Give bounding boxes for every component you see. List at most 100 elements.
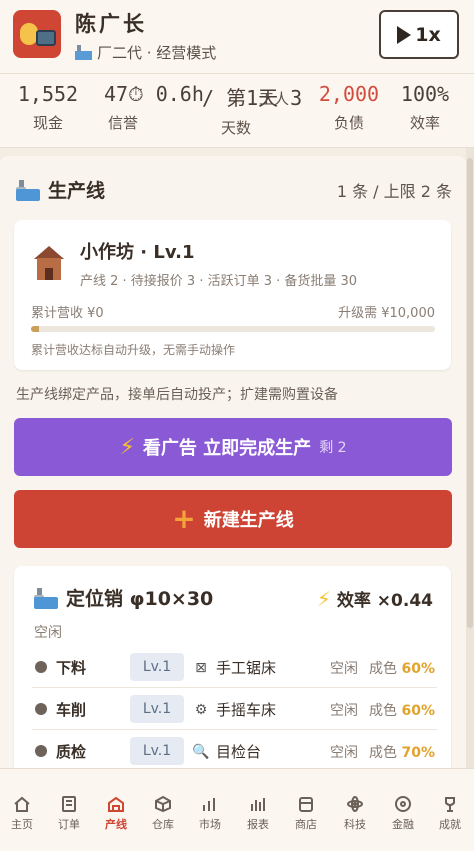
quality-value: 70% <box>401 745 435 761</box>
tab-label: 产线 <box>105 818 127 831</box>
section-title-text: 生产线 <box>48 180 106 202</box>
tech-icon <box>333 795 377 813</box>
play-icon <box>397 25 412 44</box>
tab-label: 金融 <box>392 818 414 831</box>
new-line-button[interactable]: + 新建生产线 <box>14 490 452 548</box>
tab-finance[interactable]: 金融 <box>381 795 425 832</box>
factory-icon <box>16 179 40 201</box>
tab-label: 主页 <box>11 818 33 831</box>
line-title: 定位销 φ10×30 <box>34 584 213 611</box>
line-efficiency-text: 效率 ×0.44 <box>336 591 433 611</box>
step-quality: 成色 70% <box>369 742 435 762</box>
workshop-meta: 产线 2 · 待接报价 3 · 活跃订单 3 · 备货批量 30 <box>80 274 358 289</box>
lightning-icon: ⚡ <box>119 434 135 460</box>
production-hint: 生产线绑定产品，接单后自动投产；扩建需购置设备 <box>16 387 338 403</box>
lightning-icon: ⚡ <box>316 586 331 611</box>
line-title-text: 定位销 φ10×30 <box>66 588 214 610</box>
watch-ad-complete-button[interactable]: ⚡ 看广告 立即完成生产 剩 2 <box>14 418 452 476</box>
briefcase-icon <box>36 30 56 46</box>
stat-debt-value: 2,000 <box>318 82 380 106</box>
step-state: 空闲 <box>330 745 358 761</box>
home-icon <box>0 795 44 813</box>
tab-shop[interactable]: 商店 <box>284 795 328 832</box>
player-avatar[interactable] <box>13 10 61 58</box>
line-status: 空闲 <box>34 625 62 641</box>
gear-icon: ⚙ <box>194 701 208 718</box>
quality-value: 60% <box>401 661 435 677</box>
stats-bar: 1,552 现金 47⏱ 0.6h 信誉 / 第1天 3 天数 工人 2,000… <box>0 74 474 148</box>
line-count: 1 条 / 上限 2 条 <box>336 181 452 201</box>
workshop-house-icon <box>34 246 64 280</box>
step-level-button[interactable]: Lv.1 <box>130 695 184 723</box>
step-tool-name: 手工锯床 <box>216 659 277 677</box>
player-name: 陈广长 <box>75 11 147 36</box>
tab-label: 商店 <box>295 818 317 831</box>
factory-icon <box>94 795 138 813</box>
tab-tech[interactable]: 科技 <box>333 795 377 832</box>
workshop-note: 累计营收达标自动升级，无需手动操作 <box>31 343 236 357</box>
main-content[interactable]: 生产线 1 条 / 上限 2 条 小作坊 · Lv.1 产线 2 · 待接报价 … <box>0 148 474 768</box>
factory-icon <box>34 587 58 609</box>
tab-label: 市场 <box>199 818 221 831</box>
market-icon <box>188 795 232 813</box>
step-tool-name: 目检台 <box>216 743 262 761</box>
stat-efficiency-value: 100% <box>400 82 450 106</box>
line-efficiency: ⚡ 效率 ×0.44 <box>316 586 433 612</box>
step-name: 车削 <box>56 701 87 719</box>
process-step[interactable]: 车削 Lv.1 ⚙ 手摇车床 空闲 成色 60% <box>32 688 437 730</box>
tab-label: 科技 <box>344 818 366 831</box>
warehouse-icon <box>141 795 185 813</box>
workshop-title: 小作坊 · Lv.1 <box>80 242 195 263</box>
tab-report[interactable]: 报表 <box>236 795 280 832</box>
scrollbar-thumb[interactable] <box>467 158 473 628</box>
tab-warehouse[interactable]: 仓库 <box>141 795 185 832</box>
tab-achievements[interactable]: 成就 <box>428 795 472 832</box>
trophy-icon <box>428 795 472 813</box>
top-header: 陈广长 厂二代 · 经营模式 1x <box>0 0 474 74</box>
player-subtitle: 厂二代 · 经营模式 <box>75 42 216 63</box>
section-header: 生产线 1 条 / 上限 2 条 <box>16 176 452 203</box>
report-icon <box>236 795 280 813</box>
workshop-progress-bar <box>31 326 435 332</box>
tab-label: 仓库 <box>152 818 174 831</box>
workshop-progress-fill <box>31 326 40 332</box>
tab-label: 订单 <box>58 818 80 831</box>
stat-workers: 工人 <box>244 82 304 109</box>
process-step[interactable]: 质检 Lv.1 🔍 目检台 空闲 成色 70% <box>32 730 437 768</box>
production-line-card[interactable]: 定位销 φ10×30 ⚡ 效率 ×0.44 空闲 下料 Lv.1 ⊠ 手工锯床 … <box>14 566 451 768</box>
bottom-tab-bar: 主页 订单 产线 仓库 市场 报表 商店 科技 金融 成就 <box>0 768 474 851</box>
watch-ad-label: 看广告 立即完成生产 <box>142 438 312 459</box>
step-level-button[interactable]: Lv.1 <box>130 737 184 765</box>
speed-label: 1x <box>415 23 441 46</box>
order-icon <box>47 795 91 813</box>
stat-efficiency: 100% 效率 <box>394 82 456 133</box>
status-dot-icon <box>35 703 47 715</box>
factory-icon <box>75 45 92 60</box>
saw-icon: ⊠ <box>195 659 207 676</box>
process-step[interactable]: 下料 Lv.1 ⊠ 手工锯床 空闲 成色 60% <box>32 646 437 688</box>
quality-label: 成色 <box>369 703 398 719</box>
stat-debt-label: 负债 <box>333 114 364 132</box>
workshop-upgrade-cost: 升级需 ¥10,000 <box>338 306 435 321</box>
player-subtitle-text: 厂二代 · 经营模式 <box>97 44 217 62</box>
step-tool-name: 手摇车床 <box>216 701 277 719</box>
step-quality: 成色 60% <box>369 658 435 678</box>
finance-icon <box>381 795 425 813</box>
step-level-button[interactable]: Lv.1 <box>130 653 184 681</box>
plus-icon: + <box>172 502 196 535</box>
tab-label: 报表 <box>247 818 269 831</box>
step-name: 下料 <box>56 659 87 677</box>
tab-orders[interactable]: 订单 <box>47 795 91 832</box>
magnifier-icon: 🔍 <box>192 743 210 760</box>
step-state: 空闲 <box>330 703 358 719</box>
status-dot-icon <box>35 745 47 757</box>
stat-cash-value: 1,552 <box>17 82 79 106</box>
speed-button[interactable]: 1x <box>379 10 459 59</box>
workshop-revenue: 累计营收 ¥0 <box>31 306 104 321</box>
tab-home[interactable]: 主页 <box>0 795 44 832</box>
production-panel: 生产线 1 条 / 上限 2 条 小作坊 · Lv.1 产线 2 · 待接报价 … <box>0 156 466 768</box>
tab-production[interactable]: 产线 <box>94 795 138 832</box>
stat-cash: 1,552 现金 <box>14 82 82 133</box>
quality-label: 成色 <box>369 661 398 677</box>
tab-market[interactable]: 市场 <box>188 795 232 832</box>
